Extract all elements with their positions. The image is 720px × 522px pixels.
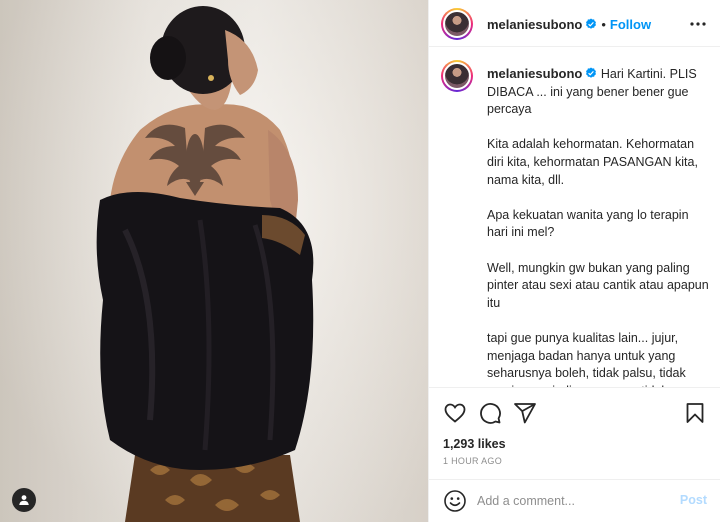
caption-paragraph: Kita adalah kehormatan. Kehormatan diri … — [487, 137, 698, 187]
post-header: melaniesubono • Follow — [429, 0, 720, 47]
verified-badge-icon — [586, 67, 597, 78]
header-user-line: melaniesubono • Follow — [487, 16, 651, 34]
header-separator: • — [601, 17, 606, 32]
caption-paragraph: Well, mungkin gw bukan yang paling pinte… — [487, 260, 709, 310]
caption-paragraph: Apa kekuatan wanita yang lo terapin hari… — [487, 207, 689, 240]
post-timestamp[interactable]: 1 HOUR AGO — [443, 456, 502, 466]
follow-button[interactable]: Follow — [610, 17, 651, 32]
emoji-icon[interactable] — [443, 489, 467, 513]
caption-avatar[interactable] — [441, 60, 473, 92]
action-bar — [429, 388, 720, 436]
caption-username[interactable]: melaniesubono — [487, 66, 582, 81]
post-side-panel: melaniesubono • Follow melaniesubono Hari … — [428, 0, 720, 522]
share-icon[interactable] — [513, 401, 537, 425]
woman-figure-illustration — [96, 6, 314, 522]
verified-badge-icon — [586, 18, 597, 29]
comment-icon[interactable] — [478, 401, 502, 425]
user-tag-icon — [19, 495, 29, 505]
caption-text: melaniesubono Hari Kartini. PLIS DIBACA … — [487, 65, 709, 387]
comment-input[interactable] — [477, 492, 667, 510]
post-photo[interactable] — [0, 0, 428, 522]
user-tag-button[interactable] — [12, 488, 36, 512]
header-username[interactable]: melaniesubono — [487, 17, 582, 32]
bookmark-icon[interactable] — [683, 401, 707, 425]
avatar[interactable] — [441, 8, 473, 40]
caption-scroll-area[interactable]: melaniesubono Hari Kartini. PLIS DIBACA … — [429, 48, 720, 388]
comment-bar: Post — [429, 479, 720, 522]
likes-count[interactable]: 1,293 likes — [443, 437, 506, 451]
caption-paragraph: tapi gue punya kualitas lain... jujur, m… — [487, 330, 686, 387]
more-options-icon[interactable] — [689, 15, 707, 33]
post-comment-button[interactable]: Post — [680, 493, 707, 507]
heart-icon[interactable] — [443, 401, 467, 425]
